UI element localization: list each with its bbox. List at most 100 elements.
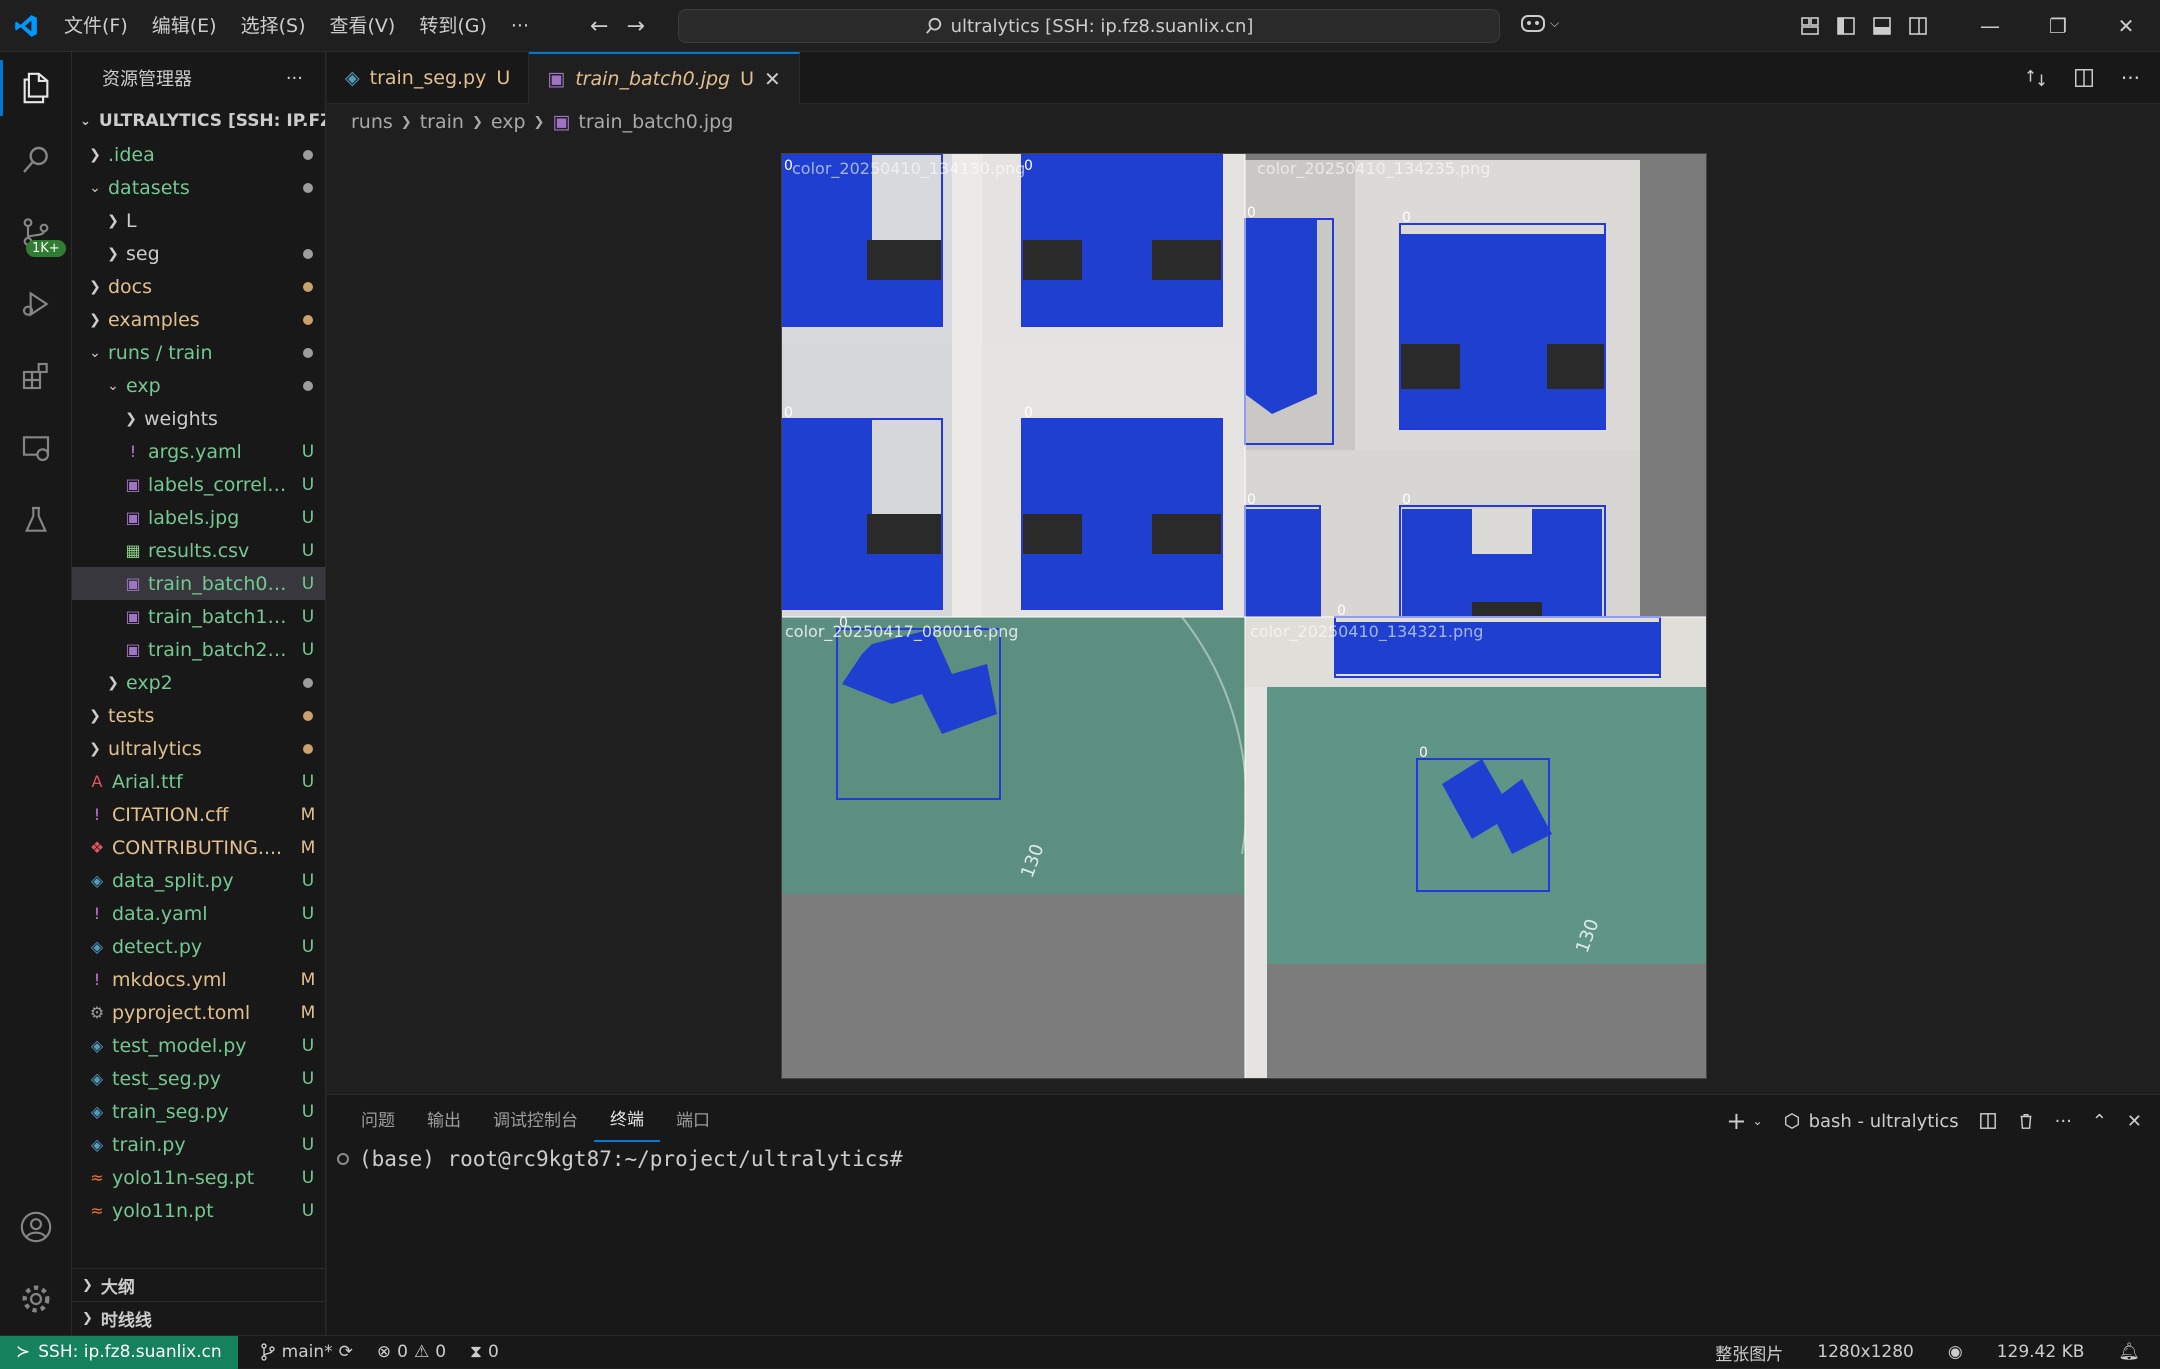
tree-file[interactable]: ◈ train.py U bbox=[72, 1128, 325, 1161]
prompt-status-icon bbox=[337, 1153, 349, 1165]
remote-explorer-activity[interactable] bbox=[0, 412, 72, 484]
testing-activity[interactable] bbox=[0, 484, 72, 556]
close-window-button[interactable]: ✕ bbox=[2092, 0, 2160, 52]
explorer-activity[interactable] bbox=[0, 52, 72, 124]
tree-folder[interactable]: ❯ examples bbox=[72, 303, 325, 336]
split-terminal-icon[interactable] bbox=[1979, 1112, 1997, 1130]
restore-button[interactable]: ❐ bbox=[2024, 0, 2092, 52]
tab-problems[interactable]: 问题 bbox=[345, 1095, 411, 1147]
terminal-selector[interactable]: bash - ultralytics bbox=[1783, 1111, 1959, 1132]
tree-file[interactable]: A Arial.ttf U bbox=[72, 765, 325, 798]
tree-file[interactable]: ◈ test_model.py U bbox=[72, 1029, 325, 1062]
tree-folder[interactable]: ❯ seg bbox=[72, 237, 325, 270]
minimize-button[interactable]: — bbox=[1956, 0, 2024, 52]
breadcrumb-item[interactable]: runs bbox=[351, 111, 393, 133]
tree-item-label: examples bbox=[108, 308, 200, 331]
ports-item[interactable]: ⧗ 0 bbox=[470, 1342, 499, 1362]
run-debug-activity[interactable] bbox=[0, 268, 72, 340]
compare-changes-icon[interactable] bbox=[2025, 67, 2047, 89]
more-actions-icon[interactable]: ··· bbox=[2121, 66, 2140, 90]
zoom-mode[interactable]: 整张图片 bbox=[1715, 1340, 1783, 1365]
tab-output[interactable]: 输出 bbox=[411, 1095, 477, 1147]
customize-layout-icon[interactable] bbox=[1800, 16, 1820, 36]
workspace-root[interactable]: ⌄ ULTRALYTICS [SSH: IP.FZ8.... bbox=[72, 104, 325, 138]
timeline-section[interactable]: ❯ 时线线 bbox=[72, 1301, 326, 1334]
tree-folder[interactable]: ❯ L bbox=[72, 204, 325, 237]
chevron-down-icon[interactable]: ⌄ bbox=[1753, 1114, 1763, 1128]
new-terminal-icon[interactable]: + bbox=[1726, 1107, 1746, 1135]
tree-file[interactable]: ≈ yolo11n-seg.pt U bbox=[72, 1161, 325, 1194]
tree-file[interactable]: ! mkdocs.yml M bbox=[72, 963, 325, 996]
remote-indicator[interactable]: ≻ SSH: ip.fz8.suanlix.cn bbox=[0, 1335, 238, 1369]
tree-file[interactable]: ! args.yaml U bbox=[72, 435, 325, 468]
trash-icon[interactable] bbox=[2017, 1112, 2035, 1130]
tab-train-seg-py[interactable]: ◈ train_seg.py U bbox=[327, 52, 530, 104]
menu-go[interactable]: 转到(G) bbox=[407, 0, 499, 52]
forward-arrow-icon[interactable]: → bbox=[626, 14, 644, 39]
menu-edit[interactable]: 编辑(E) bbox=[140, 0, 229, 52]
copilot-status-icon[interactable]: ◉ bbox=[1948, 1342, 1963, 1362]
problems-item[interactable]: ⊗ 0 ⚠ 0 bbox=[377, 1342, 446, 1362]
menu-more[interactable]: ··· bbox=[499, 0, 541, 52]
tree-folder[interactable]: ❯ tests bbox=[72, 699, 325, 732]
more-actions-icon[interactable]: ··· bbox=[2055, 1111, 2072, 1132]
tree-folder[interactable]: ⌄ runs / train bbox=[72, 336, 325, 369]
tree-folder[interactable]: ❯ .idea bbox=[72, 138, 325, 171]
tab-ports[interactable]: 端口 bbox=[660, 1095, 726, 1147]
tab-debug-console[interactable]: 调试控制台 bbox=[477, 1095, 594, 1147]
tree-file[interactable]: ▦ results.csv U bbox=[72, 534, 325, 567]
outline-section[interactable]: ❯ 大纲 bbox=[72, 1268, 326, 1301]
branch-item[interactable]: main* ⟳ bbox=[260, 1342, 353, 1362]
git-status-badge: U bbox=[301, 1200, 315, 1221]
tree-file[interactable]: ◈ test_seg.py U bbox=[72, 1062, 325, 1095]
back-arrow-icon[interactable]: ← bbox=[590, 14, 608, 39]
search-activity[interactable] bbox=[0, 124, 72, 196]
toggle-sidebar-icon[interactable] bbox=[1836, 16, 1856, 36]
menu-view[interactable]: 查看(V) bbox=[318, 0, 408, 52]
tab-train-batch0-jpg[interactable]: ▣ train_batch0.jpg U ✕ bbox=[529, 52, 800, 104]
source-control-activity[interactable]: 1K+ bbox=[0, 196, 72, 268]
menu-selection[interactable]: 选择(S) bbox=[229, 0, 318, 52]
tab-terminal[interactable]: 终端 bbox=[594, 1100, 660, 1142]
accounts-activity[interactable] bbox=[0, 1191, 72, 1263]
tree-file[interactable]: ◈ data_split.py U bbox=[72, 864, 325, 897]
tree-folder[interactable]: ❯ exp2 bbox=[72, 666, 325, 699]
menu-file[interactable]: 文件(F) bbox=[52, 0, 140, 52]
tree-file[interactable]: ▣ train_batch1.j... U bbox=[72, 600, 325, 633]
toggle-secondary-sidebar-icon[interactable] bbox=[1908, 16, 1928, 36]
split-editor-icon[interactable] bbox=[2073, 67, 2095, 89]
tree-file[interactable]: ❖ CONTRIBUTING.... M bbox=[72, 831, 325, 864]
tree-file[interactable]: ! CITATION.cff M bbox=[72, 798, 325, 831]
toggle-panel-icon[interactable] bbox=[1872, 16, 1892, 36]
tree-file[interactable]: ◈ train_seg.py U bbox=[72, 1095, 325, 1128]
tree-file[interactable]: ≈ yolo11n.pt U bbox=[72, 1194, 325, 1227]
manage-activity[interactable] bbox=[0, 1263, 72, 1335]
breadcrumb-item[interactable]: train bbox=[420, 111, 464, 133]
tree-folder[interactable]: ⌄ datasets bbox=[72, 171, 325, 204]
bell-icon[interactable]: 🔔︎ bbox=[2118, 1342, 2140, 1362]
breadcrumb-item[interactable]: exp bbox=[491, 111, 526, 133]
tree-file[interactable]: ! data.yaml U bbox=[72, 897, 325, 930]
close-icon[interactable]: ✕ bbox=[2127, 1111, 2142, 1132]
more-actions-icon[interactable]: ··· bbox=[286, 68, 303, 89]
tree-folder[interactable]: ❯ weights bbox=[72, 402, 325, 435]
copilot-button[interactable]: ⌵ bbox=[1520, 12, 1559, 34]
tree-item-label: args.yaml bbox=[148, 440, 242, 463]
training-batch-image[interactable]: color_20250410_134130.png color_20250410… bbox=[781, 153, 1707, 1079]
tree-file[interactable]: ▣ train_batch2.j... U bbox=[72, 633, 325, 666]
tree-folder[interactable]: ❯ docs bbox=[72, 270, 325, 303]
command-center[interactable]: ultralytics [SSH: ip.fz8.suanlix.cn] bbox=[678, 9, 1500, 43]
close-icon[interactable]: ✕ bbox=[764, 67, 781, 91]
tree-file[interactable]: ▣ train_batch0.j... U bbox=[72, 567, 325, 600]
extensions-activity[interactable] bbox=[0, 340, 72, 412]
tree-folder[interactable]: ⌄ exp bbox=[72, 369, 325, 402]
tree-file[interactable]: ▣ labels.jpg U bbox=[72, 501, 325, 534]
tree-file[interactable]: ⚙ pyproject.toml M bbox=[72, 996, 325, 1029]
mask-shape bbox=[782, 154, 942, 326]
tree-folder[interactable]: ❯ ultralytics bbox=[72, 732, 325, 765]
maximize-panel-icon[interactable]: ⌃ bbox=[2092, 1111, 2107, 1132]
breadcrumb-item[interactable]: train_batch0.jpg bbox=[578, 111, 733, 133]
tree-file[interactable]: ▣ labels_correlo... U bbox=[72, 468, 325, 501]
terminal-output[interactable]: (base) root@rc9kgt87:~/project/ultralyti… bbox=[337, 1147, 903, 1171]
tree-file[interactable]: ◈ detect.py U bbox=[72, 930, 325, 963]
